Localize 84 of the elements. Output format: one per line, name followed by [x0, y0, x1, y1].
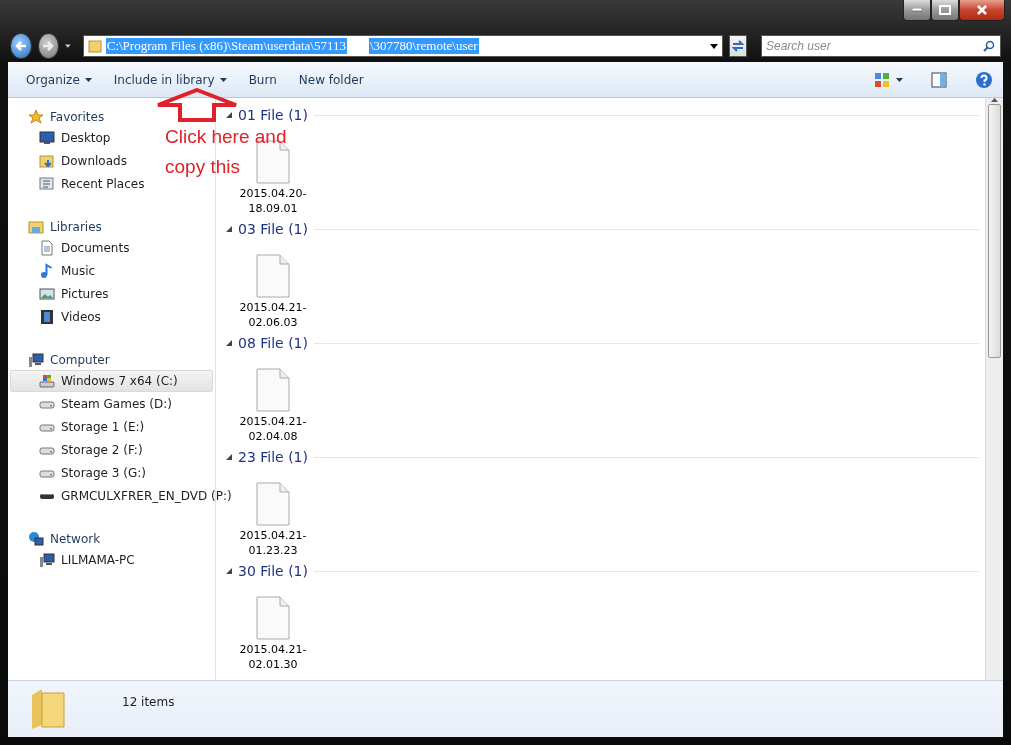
preview-pane-icon[interactable] [931, 71, 947, 88]
minimize-icon [912, 8, 922, 12]
sidebar-item[interactable]: Videos [10, 306, 106, 328]
maximize-icon [939, 5, 951, 15]
file-name[interactable]: 2015.04.21- 02.01.30 [239, 642, 307, 672]
caret-icon [84, 77, 92, 82]
network-icon [28, 530, 44, 547]
sidebar-item[interactable]: Storage 1 (E:) [10, 416, 150, 438]
dvd-drive-icon [39, 492, 55, 500]
sidebar-item[interactable]: Windows 7 x64 (C:) [10, 370, 213, 392]
file-name[interactable]: 2015.04.21- 02.06.03 [239, 300, 307, 330]
recent-icon [39, 176, 55, 192]
sidebar-item[interactable]: Downloads [10, 150, 132, 172]
collapse-icon[interactable] [226, 340, 232, 346]
monitor-icon [39, 130, 55, 146]
file-name[interactable]: 2015.04.21- 02.04.08 [239, 414, 307, 444]
group-title[interactable]: 30 File (1) [238, 563, 308, 579]
refresh-button[interactable] [728, 35, 747, 57]
item-count: 12 items [122, 694, 175, 709]
collapse-icon[interactable] [226, 112, 232, 118]
computer-icon [39, 552, 55, 568]
file-name[interactable]: 2015.04.20- 18.09.01 [239, 186, 307, 216]
collapse-icon[interactable] [226, 226, 232, 232]
file-name[interactable]: 2015.04.21- 01.23.23 [239, 528, 307, 558]
computer-icon [28, 351, 44, 368]
document-icon [39, 240, 55, 256]
address-text: \307780\remote\user [369, 38, 479, 54]
search-icon[interactable] [983, 40, 995, 52]
sidebar-item[interactable]: Storage 2 (F:) [10, 439, 148, 461]
sidebar-item[interactable]: GRMCULXFRER_EN_DVD (P:) [10, 485, 237, 507]
group-title[interactable]: 08 File (1) [238, 335, 308, 351]
file-icon [256, 482, 290, 526]
minimize-button[interactable] [903, 0, 931, 21]
toolbar-button[interactable]: New folder [290, 68, 372, 91]
group-title[interactable]: 23 File (1) [238, 449, 308, 465]
file-icon [256, 368, 290, 412]
collapse-icon[interactable] [226, 454, 232, 460]
view-icon[interactable] [874, 71, 890, 88]
refresh-icon [730, 40, 745, 52]
toolbar-button[interactable]: Organize [18, 68, 100, 91]
sidebar-item[interactable]: LILMAMA-PC [10, 549, 140, 571]
back-arrow-icon [14, 40, 27, 52]
sidebar-item[interactable]: Storage 3 (G:) [10, 462, 151, 484]
music-note-icon [39, 263, 55, 279]
sidebar-item[interactable]: Documents [10, 237, 135, 259]
group-title[interactable]: 03 File (1) [238, 221, 308, 237]
drive-icon [39, 373, 55, 389]
picture-icon [39, 286, 55, 302]
back-button[interactable] [10, 33, 32, 59]
maximize-button[interactable] [931, 0, 959, 21]
forward-button[interactable] [37, 33, 60, 59]
forward-arrow-icon [42, 40, 55, 52]
star-icon [28, 108, 44, 125]
collapse-icon[interactable] [226, 568, 232, 574]
folder-icon [28, 218, 44, 235]
close-icon [976, 5, 988, 15]
caret-icon[interactable] [65, 44, 71, 48]
film-icon [39, 309, 55, 325]
help-icon[interactable] [975, 70, 993, 89]
sidebar-item[interactable]: Desktop [10, 127, 116, 149]
sidebar-section[interactable]: Libraries [8, 216, 102, 237]
annotation-text: Click here and [165, 126, 287, 148]
folder-icon [39, 153, 55, 169]
address-text: C:\Program Files (x86)\Steam\userdata\57113 [105, 38, 347, 54]
file-icon [256, 596, 290, 640]
dropdown-icon[interactable] [709, 43, 718, 49]
folder-icon [87, 39, 102, 53]
toolbar-button[interactable]: Burn [240, 68, 285, 91]
annotation-text: copy this [165, 156, 240, 178]
sidebar-item[interactable]: Recent Places [10, 173, 150, 195]
search-field[interactable]: Search user [761, 35, 1001, 57]
close-button[interactable] [959, 0, 1005, 21]
caret-icon [896, 77, 903, 82]
sidebar-item[interactable]: Music [10, 260, 101, 282]
sidebar-item[interactable]: Steam Games (D:) [10, 393, 177, 415]
sidebar-section[interactable]: Computer [8, 349, 110, 370]
group-title[interactable]: 01 File (1) [238, 107, 308, 123]
caret-icon [219, 77, 227, 82]
scrollbar-thumb[interactable] [988, 104, 1001, 358]
sidebar-section[interactable]: Network [8, 528, 101, 549]
file-icon [256, 254, 290, 298]
sidebar-item[interactable]: Pictures [10, 283, 114, 305]
toolbar-button[interactable]: Include in library [105, 68, 235, 91]
sidebar-section[interactable]: Favorites [8, 106, 105, 127]
